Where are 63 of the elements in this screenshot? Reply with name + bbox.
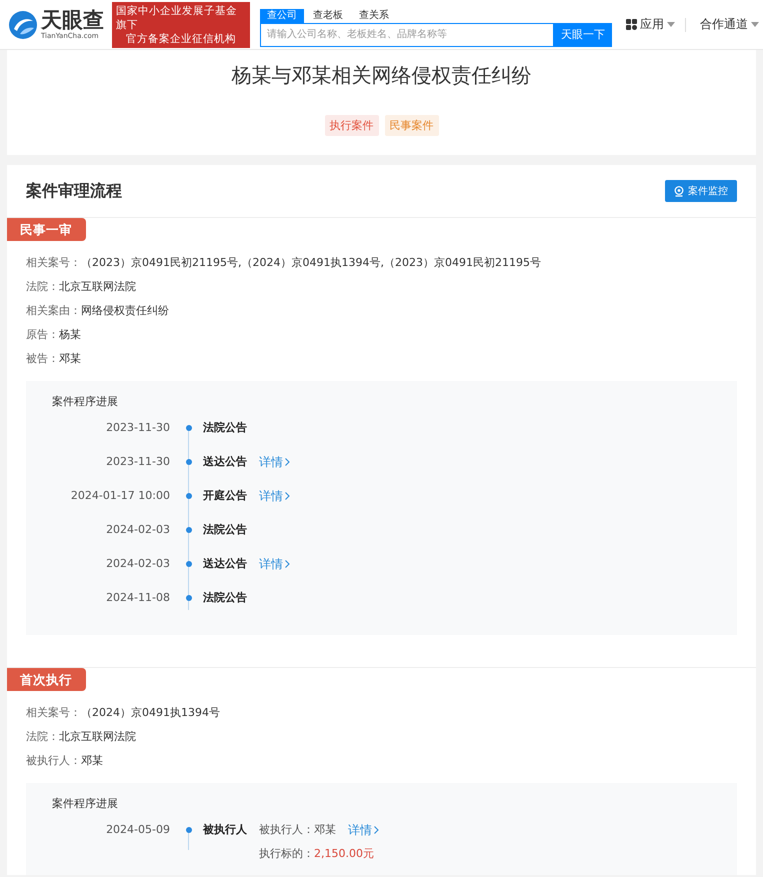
chevron-icon [374,826,379,834]
search-tab[interactable]: 查公司 [260,8,304,22]
timeline-dot [186,595,192,601]
search-field[interactable]: 请输入公司名称、老板姓名、品牌名称等 [260,22,554,46]
slogan-text: 国家中小企业发展子基金旗下 [116,4,238,32]
case-field: 相关案号：（2024）京0491执1394号 [26,705,737,721]
event-type: 开庭公告 [203,489,247,503]
search-tab[interactable]: 查关系 [352,8,396,22]
event-type: 被执行人 [203,823,247,838]
search-button[interactable]: 天眼一下 [554,22,612,46]
timeline-dot [186,459,192,465]
event-date: 2023-11-30 [105,421,171,435]
details-link[interactable]: 详情 [259,455,290,469]
details-link[interactable]: 详情 [259,557,290,571]
case-tag: 执行案件 [324,115,378,136]
search-tab[interactable]: 查老板 [306,8,350,22]
timeline-dot [186,425,192,431]
event-date: 2024-11-08 [105,591,171,605]
case-field: 被告：邓某 [26,351,737,367]
event-date: 2024-02-03 [105,557,171,571]
chevron-icon [285,458,290,466]
monitor-button[interactable]: 案件监控 [665,180,737,202]
event-info: 执行标的：2,150.00元 [259,847,374,861]
details-link[interactable]: 详情 [259,489,290,503]
event-type: 送达公告 [203,455,247,469]
camera-icon [674,186,684,196]
event-type: 法院公告 [203,421,247,435]
event-info: 被执行人：邓某 [259,823,336,837]
slogan-text: 官方备案企业征信机构 [126,32,236,46]
chevron-icon [285,492,290,500]
apps-icon [626,19,637,30]
timeline-dot [186,493,192,499]
case-title: 杨某与邓某相关网络侵权责任纠纷 [232,62,532,89]
timeline-dot [186,827,192,833]
case-field: 法院：北京互联网法院 [26,729,737,745]
event-type: 法院公告 [203,523,247,537]
chevron-icon [285,560,290,568]
stage-badge: 首次执行 [7,668,86,691]
nav-menu[interactable]: 应用 [626,16,675,33]
timeline-dot [186,561,192,567]
caret-icon [667,22,675,27]
event-date: 2024-02-03 [105,523,171,537]
panel-title: 案件程序进展 [52,796,119,811]
case-field: 法院：北京互联网法院 [26,279,737,295]
timeline-dot [186,527,192,533]
event-type: 法院公告 [203,591,247,605]
logo-name[interactable]: 天眼查 [41,10,104,30]
case-tag: 民事案件 [384,115,438,136]
event-type: 送达公告 [203,557,247,571]
event-date: 2023-11-30 [105,455,171,469]
stage-badge: 民事一审 [7,218,86,241]
event-date: 2024-01-17 10:00 [70,489,171,503]
case-field: 相关案由：网络侵权责任纠纷 [26,303,737,319]
event-date: 2024-05-09 [105,823,171,837]
logo-icon[interactable] [8,10,38,40]
details-link[interactable]: 详情 [348,823,379,837]
section-title: 案件审理流程 [26,180,122,202]
case-field: 被执行人：邓某 [26,753,737,769]
case-field: 相关案号：（2023）京0491民初21195号,（2024）京0491执1394号,（2023）京0491民初21195号 [26,255,737,271]
case-field: 原告：杨某 [26,327,737,343]
nav-menu[interactable]: 合作通道 [700,16,759,33]
caret-icon [751,22,759,27]
panel-title: 案件程序进展 [52,394,119,409]
